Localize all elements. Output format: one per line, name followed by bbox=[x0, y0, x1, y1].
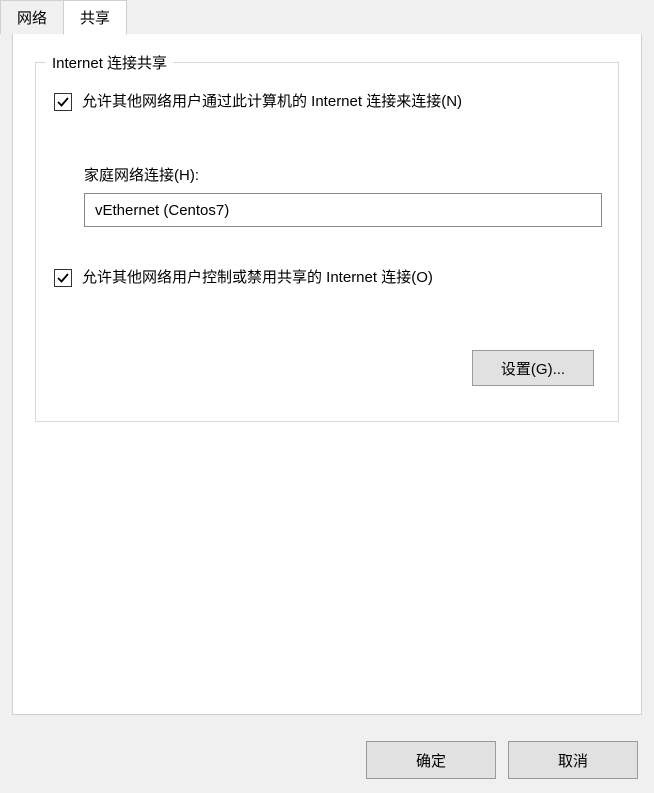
settings-button-row: 设置(G)... bbox=[54, 350, 600, 386]
home-network-value: vEthernet (Centos7) bbox=[95, 202, 229, 219]
home-network-section: 家庭网络连接(H): vEthernet (Centos7) bbox=[84, 164, 600, 227]
allow-control-checkbox[interactable] bbox=[54, 269, 72, 287]
cancel-button[interactable]: 取消 bbox=[508, 741, 638, 779]
checkmark-icon bbox=[56, 271, 70, 285]
allow-control-row: 允许其他网络用户控制或禁用共享的 Internet 连接(O) bbox=[54, 267, 600, 288]
dialog-footer: 确定 取消 bbox=[366, 741, 638, 779]
internet-connection-sharing-group: Internet 连接共享 允许其他网络用户通过此计算机的 Internet 连… bbox=[35, 62, 619, 422]
allow-connect-row: 允许其他网络用户通过此计算机的 Internet 连接来连接(N) bbox=[54, 91, 600, 112]
sharing-panel: Internet 连接共享 允许其他网络用户通过此计算机的 Internet 连… bbox=[12, 33, 642, 715]
allow-control-label: 允许其他网络用户控制或禁用共享的 Internet 连接(O) bbox=[82, 267, 433, 288]
network-properties-dialog: 网络 共享 Internet 连接共享 允许其他网络用户通过此计算机的 Inte… bbox=[0, 0, 654, 793]
allow-connect-checkbox[interactable] bbox=[54, 93, 72, 111]
home-network-label: 家庭网络连接(H): bbox=[84, 164, 600, 185]
settings-button[interactable]: 设置(G)... bbox=[472, 350, 594, 386]
checkmark-icon bbox=[56, 95, 70, 109]
ok-button[interactable]: 确定 bbox=[366, 741, 496, 779]
group-title: Internet 连接共享 bbox=[46, 52, 173, 73]
tab-sharing[interactable]: 共享 bbox=[63, 0, 127, 35]
home-network-select[interactable]: vEthernet (Centos7) bbox=[84, 193, 602, 227]
tab-bar: 网络 共享 bbox=[0, 0, 654, 34]
tab-network[interactable]: 网络 bbox=[0, 0, 64, 34]
allow-connect-label: 允许其他网络用户通过此计算机的 Internet 连接来连接(N) bbox=[82, 91, 462, 112]
